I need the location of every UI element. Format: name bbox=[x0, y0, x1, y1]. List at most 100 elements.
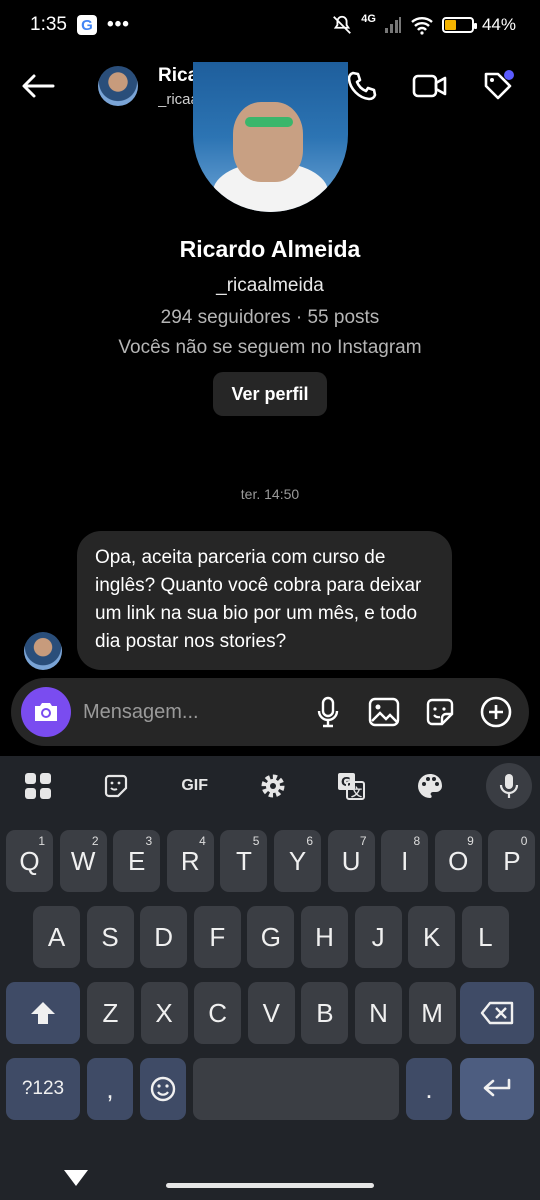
shift-key[interactable] bbox=[6, 982, 80, 1044]
smiley-icon bbox=[150, 1076, 176, 1102]
hide-keyboard-button[interactable] bbox=[64, 1170, 88, 1186]
key-number-hint: 1 bbox=[38, 834, 45, 848]
keyboard-toolbar: GIF G文 bbox=[0, 756, 540, 816]
wifi-icon bbox=[411, 17, 433, 35]
header-avatar[interactable] bbox=[98, 66, 138, 106]
message-bubble[interactable]: Opa, aceita parceria com curso de inglês… bbox=[77, 531, 452, 670]
emoji-sticker-button[interactable] bbox=[94, 764, 138, 808]
image-icon bbox=[368, 697, 400, 727]
key-n[interactable]: N bbox=[355, 982, 402, 1044]
message-row: Opa, aceita parceria com curso de inglês… bbox=[24, 531, 464, 670]
emoji-key[interactable] bbox=[140, 1058, 186, 1120]
key-o[interactable]: O9 bbox=[434, 830, 482, 892]
key-number-hint: 9 bbox=[467, 834, 474, 848]
backspace-key[interactable] bbox=[460, 982, 534, 1044]
follow-status: Vocês não se seguem no Instagram bbox=[118, 337, 422, 358]
theme-button[interactable] bbox=[408, 764, 452, 808]
key-w[interactable]: W2 bbox=[59, 830, 107, 892]
video-camera-icon bbox=[412, 74, 447, 98]
key-c[interactable]: C bbox=[194, 982, 242, 1044]
key-u[interactable]: U7 bbox=[327, 830, 375, 892]
sticker-button[interactable] bbox=[423, 695, 457, 729]
status-time: 1:35 bbox=[30, 14, 67, 35]
key-k[interactable]: K bbox=[408, 906, 456, 968]
translate-button[interactable]: G文 bbox=[329, 764, 373, 808]
keyboard-row-3: ZXCVBNM bbox=[0, 982, 540, 1044]
voice-typing-button[interactable] bbox=[485, 763, 532, 809]
key-b[interactable]: B bbox=[301, 982, 349, 1044]
camera-icon bbox=[35, 703, 57, 721]
key-q[interactable]: Q1 bbox=[6, 830, 53, 892]
signal-icon bbox=[384, 17, 401, 33]
key-g[interactable]: G bbox=[247, 906, 295, 968]
profile-info: Ricardo Almeida _ricaalmeida 294 seguido… bbox=[0, 236, 540, 359]
key-t[interactable]: T5 bbox=[220, 830, 268, 892]
backspace-icon bbox=[480, 1001, 514, 1025]
key-label: E bbox=[128, 845, 146, 876]
key-d[interactable]: D bbox=[140, 906, 188, 968]
key-v[interactable]: V bbox=[247, 982, 295, 1044]
key-r[interactable]: R4 bbox=[166, 830, 214, 892]
notification-dot bbox=[504, 70, 514, 80]
sticker-icon bbox=[426, 698, 454, 726]
key-p[interactable]: P0 bbox=[488, 830, 536, 892]
gear-icon bbox=[261, 774, 285, 798]
profile-photo[interactable] bbox=[193, 62, 348, 212]
microphone-icon bbox=[317, 696, 339, 728]
network-type: 4G bbox=[361, 13, 376, 25]
apps-button[interactable] bbox=[16, 764, 60, 808]
key-e[interactable]: E3 bbox=[113, 830, 161, 892]
home-gesture-bar[interactable] bbox=[166, 1183, 374, 1188]
arrow-left-icon bbox=[22, 74, 55, 98]
svg-text:文: 文 bbox=[351, 785, 363, 799]
voice-message-button[interactable] bbox=[311, 695, 345, 729]
key-x[interactable]: X bbox=[140, 982, 188, 1044]
gallery-button[interactable] bbox=[367, 695, 401, 729]
gif-button[interactable]: GIF bbox=[173, 764, 217, 808]
key-label: I bbox=[401, 845, 409, 876]
key-l[interactable]: L bbox=[461, 906, 509, 968]
key-f[interactable]: F bbox=[193, 906, 241, 968]
google-icon: G bbox=[76, 15, 97, 35]
more-options-button[interactable] bbox=[479, 695, 513, 729]
mute-icon bbox=[333, 15, 352, 34]
key-s[interactable]: S bbox=[86, 906, 134, 968]
key-i[interactable]: I8 bbox=[381, 830, 429, 892]
key-label: O bbox=[448, 845, 469, 876]
keyboard-row-4: ?123 , . bbox=[0, 1058, 540, 1120]
video-call-button[interactable] bbox=[406, 62, 454, 110]
translate-icon: G文 bbox=[338, 773, 366, 800]
phone-icon bbox=[347, 71, 377, 101]
settings-button[interactable] bbox=[251, 764, 295, 808]
key-m[interactable]: M bbox=[408, 982, 456, 1044]
key-j[interactable]: J bbox=[354, 906, 402, 968]
period-key[interactable]: . bbox=[406, 1058, 452, 1120]
message-input[interactable]: Mensagem... bbox=[83, 701, 311, 724]
view-profile-button[interactable]: Ver perfil bbox=[213, 372, 327, 416]
keyboard-row-2: ASDFGHJKL bbox=[0, 906, 540, 968]
camera-button[interactable] bbox=[21, 687, 71, 737]
space-key[interactable] bbox=[193, 1058, 399, 1120]
key-label: U bbox=[341, 845, 361, 876]
shift-arrow-icon bbox=[31, 1002, 55, 1024]
key-label: W bbox=[70, 845, 96, 876]
key-label: P bbox=[503, 845, 521, 876]
sticker-icon bbox=[105, 774, 128, 798]
key-h[interactable]: H bbox=[301, 906, 348, 968]
navigation-bar bbox=[0, 1152, 540, 1200]
key-a[interactable]: A bbox=[33, 906, 80, 968]
sender-avatar[interactable] bbox=[24, 632, 62, 670]
key-number-hint: 2 bbox=[91, 834, 99, 848]
more-notifications-icon: ••• bbox=[106, 14, 130, 35]
key-y[interactable]: Y6 bbox=[274, 830, 321, 892]
key-label: R bbox=[180, 845, 200, 876]
grid-icon bbox=[25, 773, 51, 799]
microphone-icon bbox=[499, 774, 519, 798]
enter-key[interactable] bbox=[460, 1058, 534, 1120]
comma-key[interactable]: , bbox=[87, 1058, 133, 1120]
key-z[interactable]: Z bbox=[87, 982, 134, 1044]
back-button[interactable] bbox=[18, 66, 58, 106]
symbols-key[interactable]: ?123 bbox=[6, 1058, 80, 1120]
tag-button[interactable] bbox=[474, 62, 522, 110]
keyboard-row-1: Q1W2E3R4T5Y6U7I8O9P0 bbox=[0, 830, 540, 892]
